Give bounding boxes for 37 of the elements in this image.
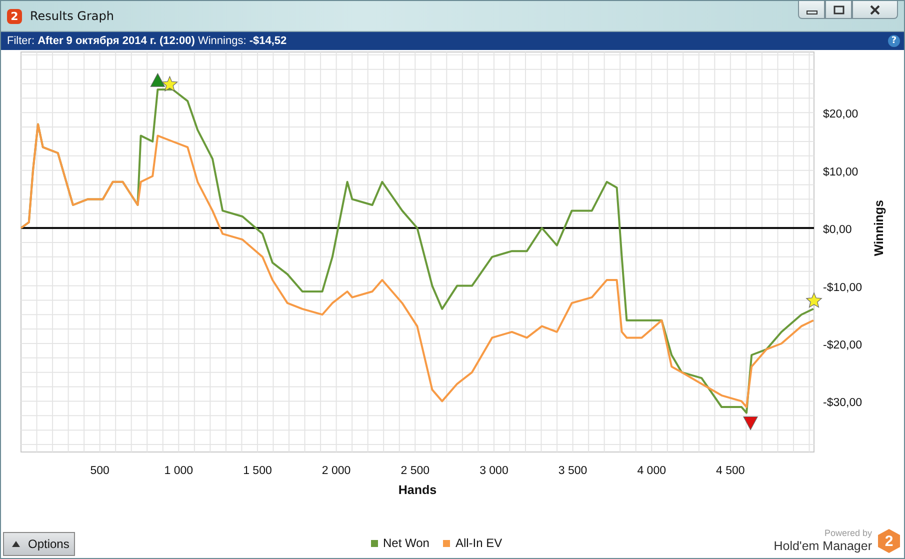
star-icon (806, 292, 822, 308)
app-logo-icon: 2 (7, 8, 22, 24)
y-axis-title: Winnings (872, 200, 886, 256)
filter-summary: Filter: After 9 октября 2014 г. (12:00) Winnings: -$14,52 (7, 35, 287, 47)
options-button[interactable]: Options (3, 532, 76, 556)
peak-triangle-icon (150, 72, 166, 87)
x-tick-label: 2 000 (322, 465, 351, 477)
powered-by-text: Powered by (824, 528, 872, 539)
star-icon (161, 76, 178, 92)
trough-triangle-icon (743, 416, 758, 430)
caret-icon (12, 541, 20, 547)
x-tick-label: 4 500 (716, 465, 745, 477)
y-tick-label: -$30,00 (823, 397, 862, 410)
minimize-button[interactable] (798, 1, 825, 19)
close-icon (869, 4, 881, 14)
x-tick-label: 500 (90, 465, 110, 477)
close-button[interactable] (852, 1, 898, 19)
brand-logo-icon: 2 (878, 529, 900, 553)
x-tick-label: 3 500 (558, 465, 588, 477)
y-tick-label: $20,00 (823, 108, 858, 121)
x-tick-label: 1 000 (164, 465, 194, 477)
x-tick-label: 4 000 (637, 465, 666, 477)
maximize-button[interactable] (825, 1, 852, 19)
legend-label: Net Won (383, 536, 430, 550)
y-tick-label: $10,00 (823, 166, 858, 178)
x-tick-label: 3 000 (480, 465, 508, 477)
y-tick-label: -$10,00 (823, 282, 862, 294)
maximize-icon (832, 4, 844, 14)
brand-name: Hold'em Manager (774, 539, 872, 554)
help-button[interactable]: ? (888, 35, 900, 47)
legend-label: All-In EV (455, 536, 502, 550)
x-axis-title: Hands (398, 483, 437, 496)
x-tick-label: 1 500 (243, 465, 272, 477)
window-title: Results Graph (30, 9, 114, 23)
y-tick-label: $0,00 (823, 224, 852, 236)
y-tick-label: -$20,00 (823, 339, 862, 352)
x-tick-label: 2 500 (400, 465, 430, 477)
